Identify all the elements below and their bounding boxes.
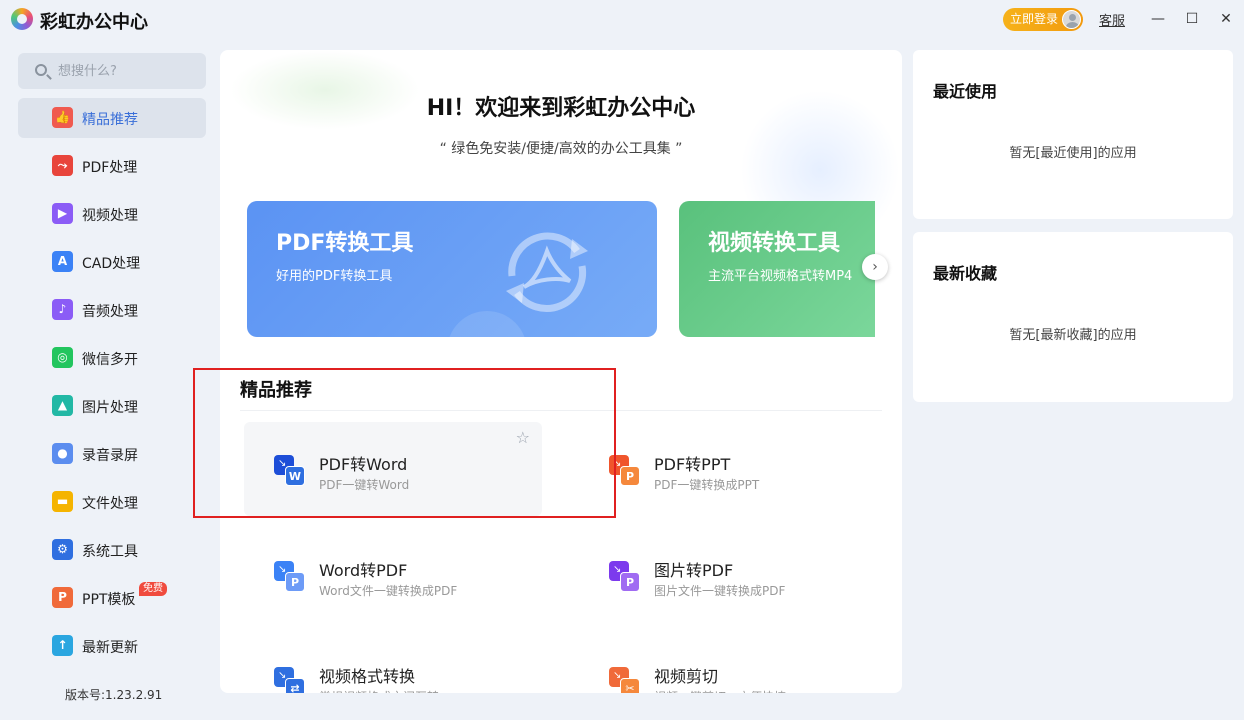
tool-icon: ↘ P	[274, 561, 306, 593]
tool-icon-letter: P	[285, 572, 305, 592]
tool-description: PDF一键转换成PPT	[654, 478, 760, 492]
sidebar-item-label: PDF处理	[82, 160, 138, 176]
video-icon: ▶	[52, 203, 73, 224]
sidebar-item[interactable]: ♪ 音频处理	[18, 290, 206, 330]
banner-title: 视频转换工具	[708, 231, 841, 256]
title-bar: 彩虹办公中心 立即登录 客服 — ☐ ✕	[0, 0, 1244, 38]
search-icon	[35, 64, 47, 76]
customer-service-link[interactable]: 客服	[1099, 10, 1125, 29]
tool-name: PDF转PPT	[654, 455, 731, 474]
sidebar-item[interactable]: ● 录音录屏	[18, 434, 206, 474]
tool-description: 常规视频格式之间互转	[319, 688, 439, 693]
sidebar-item-label: 图片处理	[82, 400, 138, 416]
recent-card: 最近使用 暂无[最近使用]的应用	[913, 50, 1233, 219]
tool-card[interactable]: ↘ P PDF转PPT PDF一键转换成PPT	[579, 422, 877, 516]
pdf-convert-icon	[506, 232, 588, 312]
sidebar-item-label: 系统工具	[82, 544, 138, 560]
welcome-title: HI！欢迎来到彩虹办公中心	[426, 96, 696, 121]
tool-name: Word转PDF	[319, 561, 408, 580]
login-label: 立即登录	[1010, 12, 1059, 26]
sidebar-item-label: 微信多开	[82, 352, 138, 368]
tool-icon-letter: ⇄	[285, 678, 305, 693]
sidebar-item-label: PPT模板	[82, 592, 136, 608]
recent-title: 最近使用	[933, 82, 998, 101]
sidebar-item[interactable]: 👍 精品推荐	[18, 98, 206, 138]
app-title: 彩虹办公中心	[40, 12, 148, 33]
tool-card[interactable]: ↘ P 图片转PDF 图片文件一键转换成PDF	[579, 528, 877, 622]
cad-icon: A	[52, 251, 73, 272]
rainbow-logo-icon	[11, 8, 33, 30]
recent-empty: 暂无[最近使用]的应用	[1009, 146, 1137, 161]
sidebar-item-label: 最新更新	[82, 640, 138, 656]
sidebar-item[interactable]: ↑ 最新更新	[18, 626, 206, 666]
sidebar-item[interactable]: ▬ 文件处理	[18, 482, 206, 522]
avatar-icon	[1062, 10, 1081, 29]
microphone-icon: ●	[52, 443, 73, 464]
free-badge: 免费	[139, 582, 167, 596]
tool-card[interactable]: ↘ P Word转PDF Word文件一键转换成PDF	[244, 528, 542, 622]
carousel-next-button[interactable]: ›	[862, 254, 888, 280]
tool-name: 视频格式转换	[319, 667, 416, 686]
banner-subtitle: 主流平台视频格式转MP4	[708, 269, 853, 284]
favorites-card: 最新收藏 暂无[最新收藏]的应用	[913, 232, 1233, 402]
sidebar-item[interactable]: P PPT模板 免费	[18, 578, 206, 618]
tool-description: 视频一键剪切，方便快捷	[654, 688, 786, 693]
tool-icon-letter: ✂	[620, 678, 640, 693]
sidebar-item-label: 文件处理	[82, 496, 138, 512]
login-button[interactable]: 立即登录	[1003, 8, 1083, 31]
tool-icon: ↘ ⇄	[274, 667, 306, 693]
maximize-button[interactable]: ☐	[1179, 6, 1205, 32]
tool-card[interactable]: ↘✂ 视频剪切视频一键剪切，方便快捷	[579, 634, 877, 693]
thumbs-up-icon: 👍	[52, 107, 73, 128]
sidebar-item[interactable]: ◎ 微信多开	[18, 338, 206, 378]
sidebar-item[interactable]: ▲ 图片处理	[18, 386, 206, 426]
sidebar-item[interactable]: ⤳ PDF处理	[18, 146, 206, 186]
search-box	[18, 53, 206, 89]
highlight-box	[193, 368, 616, 518]
ppt-icon: P	[52, 587, 73, 608]
audio-icon: ♪	[52, 299, 73, 320]
minimize-button[interactable]: —	[1145, 6, 1171, 32]
tool-icon-letter: P	[620, 572, 640, 592]
tool-name: 图片转PDF	[654, 561, 734, 580]
folder-icon: ▬	[52, 491, 73, 512]
search-input[interactable]	[58, 61, 198, 81]
close-button[interactable]: ✕	[1213, 6, 1239, 32]
sidebar-item-label: 视频处理	[82, 208, 138, 224]
tool-card[interactable]: ↘⇄ 视频格式转换常规视频格式之间互转	[244, 634, 542, 693]
slogan: “ 绿色免安装/便捷/高效的办公工具集 ”	[439, 141, 683, 157]
sidebar-item[interactable]: ⚙ 系统工具	[18, 530, 206, 570]
image-icon: ▲	[52, 395, 73, 416]
tool-description: Word文件一键转换成PDF	[319, 584, 458, 598]
tool-icon-letter: P	[620, 466, 640, 486]
tool-icon: ↘ P	[609, 561, 641, 593]
banner-subtitle: 好用的PDF转换工具	[276, 269, 393, 284]
favorites-title: 最新收藏	[933, 264, 998, 283]
sidebar-item[interactable]: A CAD处理	[18, 242, 206, 282]
sidebar-item-label: 精品推荐	[82, 112, 138, 128]
tool-description: 图片文件一键转换成PDF	[654, 584, 786, 598]
sidebar-item-label: 音频处理	[82, 304, 138, 320]
banner-pdf-converter[interactable]: PDF转换工具 好用的PDF转换工具	[247, 201, 657, 337]
upload-icon: ↑	[52, 635, 73, 656]
banner-video-converter[interactable]: 视频转换工具 主流平台视频格式转MP4	[679, 201, 875, 337]
sidebar-item-label: CAD处理	[82, 256, 141, 272]
tool-icon: ↘ ✂	[609, 667, 641, 693]
gear-icon: ⚙	[52, 539, 73, 560]
favorites-empty: 暂无[最新收藏]的应用	[1009, 328, 1137, 343]
wechat-icon: ◎	[52, 347, 73, 368]
pdf-icon: ⤳	[52, 155, 73, 176]
version-label: 版本号:1.23.2.91	[65, 688, 163, 702]
tool-name: 视频剪切	[654, 667, 719, 686]
sidebar-item-label: 录音录屏	[82, 448, 138, 464]
sidebar-item[interactable]: ▶ 视频处理	[18, 194, 206, 234]
sidebar: 👍 精品推荐 ⤳ PDF处理 ▶ 视频处理 A CAD处理 ♪ 音频处理 ◎ 微信多开 ▲ 图片处理 ● 录音…	[0, 38, 222, 720]
banner-title: PDF转换工具	[276, 231, 414, 256]
